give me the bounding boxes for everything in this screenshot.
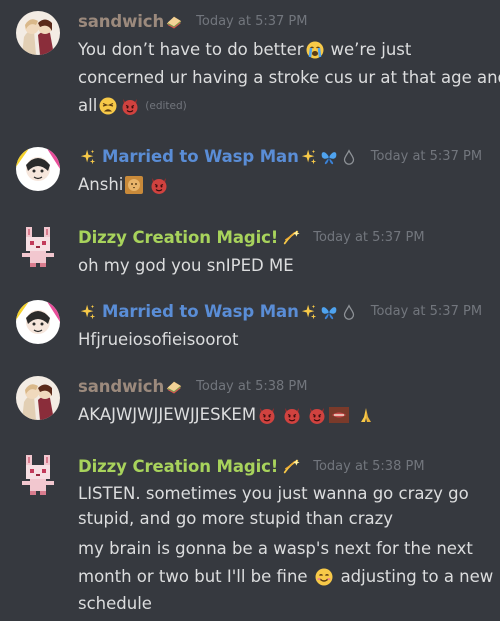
drop-icon xyxy=(340,148,358,166)
avatar-pixel-creature xyxy=(22,227,54,267)
sparkles-emoji-icon xyxy=(300,303,318,321)
author-name[interactable]: sandwich xyxy=(78,12,184,31)
sandwich-emoji-icon xyxy=(165,378,183,396)
timestamp: Today at 5:38 PM xyxy=(196,379,308,394)
avatar-pixel-creature xyxy=(22,455,54,495)
message-line: LISTEN. sometimes you just wanna go craz… xyxy=(78,484,469,503)
message-line: schedule xyxy=(78,594,152,613)
avatar-character-art xyxy=(16,300,60,344)
author-name[interactable]: Married to Wasp Man xyxy=(78,302,359,321)
avatar-character-art xyxy=(16,147,60,191)
devil-face-emoji-icon xyxy=(257,405,277,425)
avatar[interactable] xyxy=(16,376,60,420)
devil-face-emoji-icon xyxy=(120,96,140,116)
sparkles-emoji-icon xyxy=(300,148,318,166)
message-line: all (edited) xyxy=(78,94,187,118)
devil-face-emoji-icon xyxy=(282,405,302,425)
message-line: concerned ur having a stroke cus ur at t… xyxy=(78,68,500,87)
message-line: You don’t have to do better we’re just xyxy=(78,40,412,60)
author-name[interactable]: sandwich xyxy=(78,377,184,396)
message-line: Hfjrueiosofieisoorot xyxy=(78,330,239,349)
folded-hands-emoji-icon xyxy=(356,405,376,425)
avatar[interactable] xyxy=(16,453,60,497)
avatar-couple-art xyxy=(16,11,60,55)
sandwich-emoji-icon xyxy=(165,13,183,31)
devil-face-emoji-icon xyxy=(307,405,327,425)
crying-face-emoji-icon xyxy=(305,40,325,60)
timestamp: Today at 5:37 PM xyxy=(370,149,483,164)
edited-label: (edited) xyxy=(145,100,187,112)
dizzy-emoji-icon xyxy=(282,229,300,247)
message-line: month or two but I'll be fine adjusting … xyxy=(78,567,494,587)
message-line: Anshi xyxy=(78,173,170,197)
lion-emoji-icon xyxy=(124,175,144,195)
sparkles-emoji-icon xyxy=(79,148,97,166)
avatar[interactable] xyxy=(16,300,60,344)
smiling-face-emoji-icon xyxy=(314,567,334,587)
author-name[interactable]: Dizzy Creation Magic! xyxy=(78,228,301,247)
message-line: AKAJWJWJJEWJJESKEM xyxy=(78,403,377,427)
dizzy-emoji-icon xyxy=(282,458,300,476)
timestamp: Today at 5:37 PM xyxy=(370,304,483,319)
author-name[interactable]: Married to Wasp Man xyxy=(78,147,359,166)
timestamp: Today at 5:37 PM xyxy=(313,230,425,245)
mouth-emoji-icon xyxy=(329,405,349,425)
message-line: my brain is gonna be a wasp's next for t… xyxy=(78,539,473,558)
butterfly-emoji-icon xyxy=(320,148,338,166)
weary-face-emoji-icon xyxy=(98,96,118,116)
devil-face-emoji-icon xyxy=(149,175,169,195)
avatar[interactable] xyxy=(16,147,60,191)
drop-icon xyxy=(340,303,358,321)
message-line: oh my god you snIPED ME xyxy=(78,256,294,275)
message-line: stupid, and go more stupid than crazy xyxy=(78,509,394,528)
author-name[interactable]: Dizzy Creation Magic! xyxy=(78,457,301,476)
timestamp: Today at 5:38 PM xyxy=(313,459,425,474)
avatar[interactable] xyxy=(16,225,60,269)
sparkles-emoji-icon xyxy=(79,303,97,321)
timestamp: Today at 5:37 PM xyxy=(196,14,308,29)
butterfly-emoji-icon xyxy=(320,303,338,321)
avatar[interactable] xyxy=(16,11,60,55)
avatar-couple-art xyxy=(16,376,60,420)
